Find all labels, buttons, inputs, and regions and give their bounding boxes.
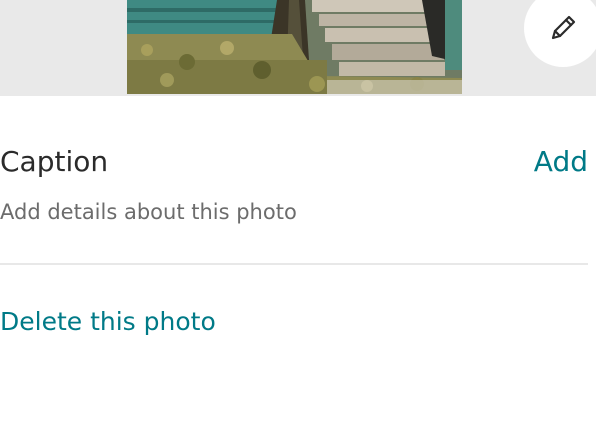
pencil-icon [551,15,576,40]
delete-photo-button[interactable]: Delete this photo [0,305,216,339]
caption-hint: Add details about this photo [0,200,297,224]
divider [0,263,588,265]
edit-photo-button[interactable] [524,0,596,67]
photo-detail-screen: Caption Add Add details about this photo… [0,0,596,446]
add-caption-button[interactable]: Add [534,144,588,180]
photo-area [0,0,596,96]
caption-title: Caption [0,145,109,178]
photo-thumbnail[interactable] [127,0,462,94]
photo-image [127,0,462,94]
